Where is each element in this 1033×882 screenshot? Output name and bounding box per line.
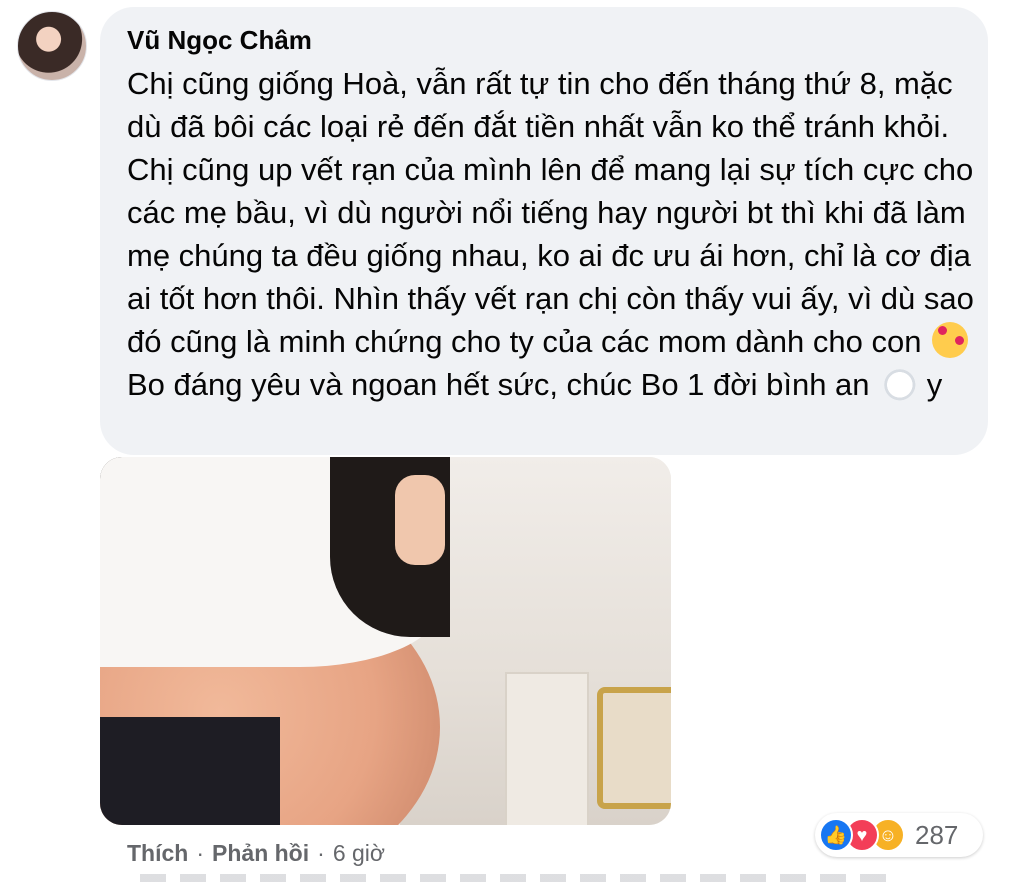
dove-icon [880,365,917,401]
comment-text-part3: y [926,367,943,402]
photo-door [505,672,589,825]
comment-author[interactable]: Vũ Ngọc Châm [127,25,312,56]
reactions-summary[interactable]: 👍 ♥ ☺ 287 [815,813,983,857]
reply-button[interactable]: Phản hồi [212,840,309,866]
comment-time[interactable]: 6 giờ [333,840,385,866]
photo-hand [395,475,445,565]
next-comment-preview [140,874,890,882]
reaction-count: 287 [915,819,959,850]
comment-text: Chị cũng giống Hoà, vẫn rất tự tin cho đ… [127,62,977,406]
like-icon: 👍 [819,818,853,852]
comment-text-part2: Bo đáng yêu và ngoan hết sức, chúc Bo 1 … [127,367,870,402]
separator: · [196,840,205,866]
comment-photo[interactable] [100,457,671,825]
comment-bubble: Vũ Ngọc Châm Chị cũng giống Hoà, vẫn rất… [100,7,988,455]
like-button[interactable]: Thích [127,840,188,866]
separator: · [317,840,325,866]
photo-mirror [597,687,671,809]
comment-actions: Thích · Phản hồi · 6 giờ [127,840,385,867]
comment-text-part1: Chị cũng giống Hoà, vẫn rất tự tin cho đ… [127,66,974,359]
smiling-face-with-hearts-icon [932,322,969,358]
commenter-avatar[interactable] [17,11,87,81]
photo-pants [100,717,280,825]
